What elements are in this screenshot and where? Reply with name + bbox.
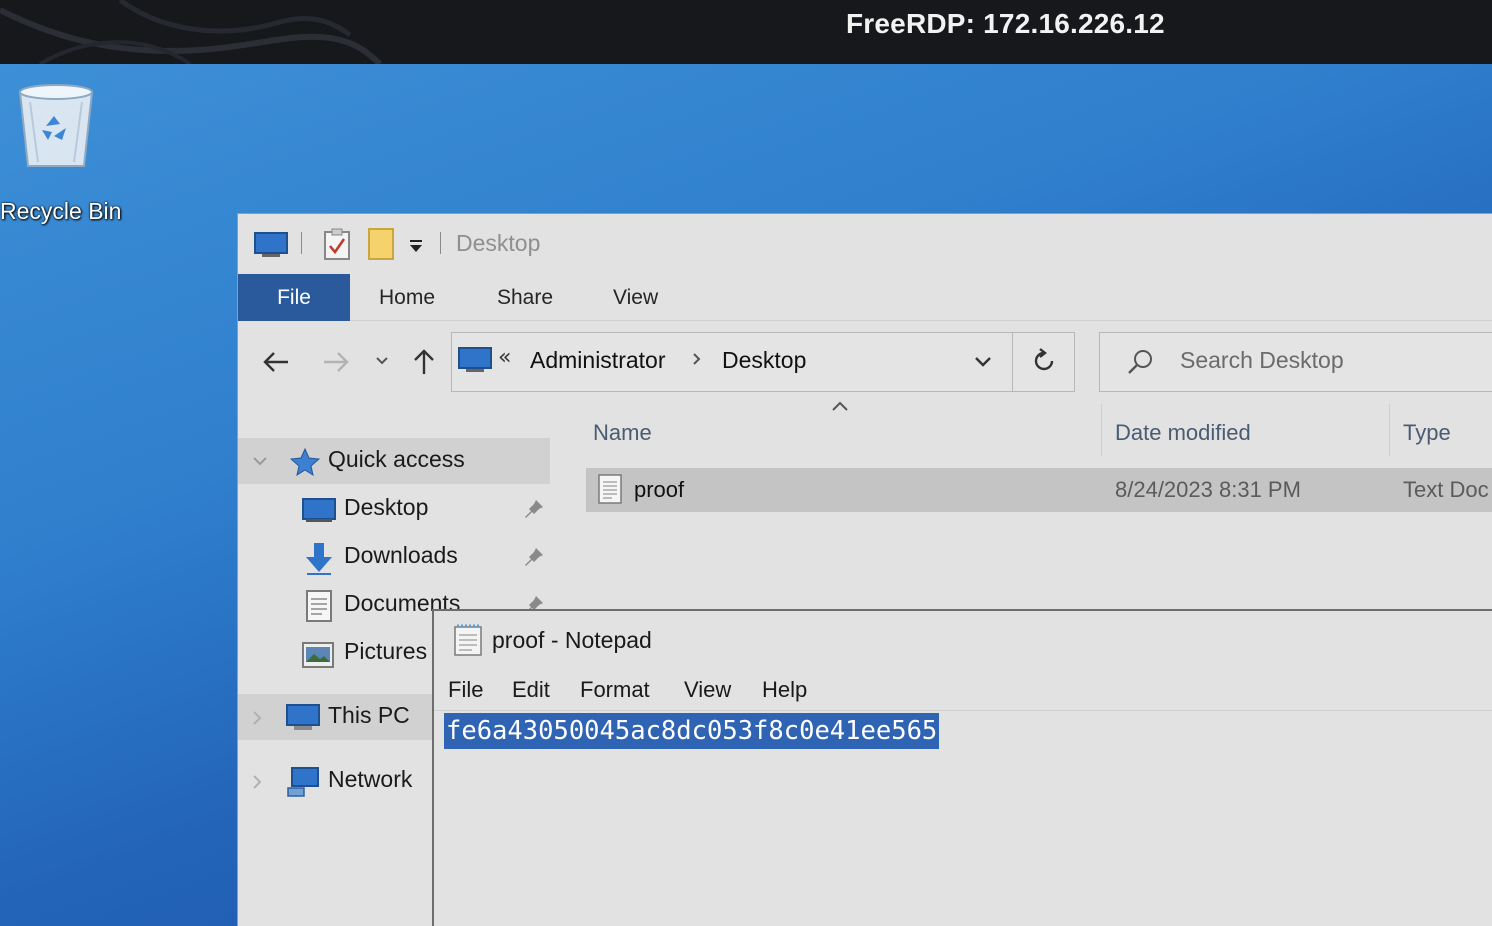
recycle-bin-icon [18, 84, 94, 167]
collapse-chevron-icon[interactable] [252, 456, 268, 468]
desktop: Recycle Bin Desktop File Home Share View… [0, 64, 1492, 926]
rdp-window-title: FreeRDP: 172.16.226.12 [846, 8, 1165, 39]
pin-icon[interactable] [523, 546, 545, 568]
new-folder-icon[interactable] [368, 228, 394, 260]
file-date-modified: 8/24/2023 8:31 PM [1115, 477, 1301, 502]
notepad-icon [454, 624, 482, 656]
forward-arrow-icon[interactable] [322, 350, 350, 374]
computer-icon [458, 347, 492, 372]
search-box[interactable]: Search Desktop [1099, 332, 1492, 392]
back-arrow-icon[interactable] [262, 350, 290, 374]
notepad-window: proof - Notepad File Edit Format View He… [432, 609, 1492, 926]
pictures-icon [302, 642, 334, 668]
menu-format[interactable]: Format [580, 677, 650, 703]
column-divider[interactable] [1101, 404, 1102, 456]
search-input[interactable]: Search Desktop [1180, 347, 1344, 374]
kali-dragon-icon [0, 0, 383, 64]
nav-label-quick-access: Quick access [328, 446, 465, 472]
tab-share[interactable]: Share [497, 274, 553, 321]
notepad-menu-bar: File Edit Format View Help [434, 673, 1492, 711]
recycle-bin-label: Recycle Bin [0, 198, 122, 224]
up-arrow-icon[interactable] [412, 348, 436, 376]
refresh-icon[interactable] [1030, 347, 1058, 375]
column-header-type[interactable]: Type [1403, 420, 1451, 446]
expand-chevron-icon[interactable] [252, 774, 264, 790]
tab-view[interactable]: View [613, 274, 658, 321]
desktop-icon [302, 498, 336, 522]
tab-file[interactable]: File [238, 274, 350, 321]
expand-chevron-icon[interactable] [252, 710, 264, 726]
network-icon [287, 767, 319, 797]
breadcrumb-desktop[interactable]: Desktop [722, 347, 806, 374]
navigation-bar: « Administrator Desktop Search Desktop [238, 322, 1492, 402]
address-dropdown-icon[interactable] [973, 351, 993, 371]
recent-locations-chevron-icon[interactable] [375, 356, 389, 366]
desktop-icon-recycle-bin[interactable]: Recycle Bin [0, 82, 130, 224]
quick-access-toolbar: Desktop [238, 214, 1492, 274]
address-bar[interactable]: « Administrator Desktop [451, 332, 1075, 392]
column-header-date-modified[interactable]: Date modified [1115, 420, 1251, 446]
nav-label-this-pc: This PC [328, 702, 410, 728]
search-icon [1128, 350, 1152, 374]
breadcrumb-separator-icon[interactable] [692, 351, 702, 367]
notepad-text-selection[interactable]: fe6a43050045ac8dc053f8c0e41ee565 [444, 713, 940, 749]
this-pc-icon [286, 704, 320, 730]
notepad-title: proof - Notepad [492, 627, 652, 653]
star-icon [290, 448, 320, 476]
file-row[interactable]: proof 8/24/2023 8:31 PM Text Doc [586, 468, 1492, 512]
download-arrow-icon [306, 543, 332, 575]
toolbar-divider [440, 232, 441, 254]
pin-icon[interactable] [523, 498, 545, 520]
menu-edit[interactable]: Edit [512, 677, 550, 703]
tab-home[interactable]: Home [379, 274, 435, 321]
properties-checkmark-icon[interactable] [324, 228, 350, 260]
customize-dropdown-icon[interactable] [408, 238, 424, 254]
column-header-name[interactable]: Name [593, 420, 652, 446]
breadcrumb-overflow-icon[interactable]: « [498, 345, 511, 370]
breadcrumb-administrator[interactable]: Administrator [530, 347, 665, 374]
nav-label-desktop: Desktop [344, 494, 429, 520]
nav-item-downloads[interactable]: Downloads [238, 534, 550, 580]
nav-item-desktop[interactable]: Desktop [238, 486, 550, 532]
text-file-icon [598, 474, 622, 504]
file-type: Text Doc [1403, 477, 1489, 502]
nav-label-downloads: Downloads [344, 542, 458, 568]
document-icon [306, 590, 332, 622]
file-name: proof [634, 477, 685, 502]
nav-item-quick-access[interactable]: Quick access [238, 438, 550, 484]
menu-file[interactable]: File [448, 677, 483, 703]
rdp-title-bar: FreeRDP: 172.16.226.12 [0, 0, 1492, 64]
nav-label-pictures: Pictures [344, 638, 428, 664]
address-divider [1012, 333, 1013, 391]
menu-help[interactable]: Help [762, 677, 807, 703]
column-divider[interactable] [1389, 404, 1390, 456]
nav-label-network: Network [328, 766, 413, 792]
window-title: Desktop [456, 230, 541, 256]
menu-view[interactable]: View [684, 677, 731, 703]
toolbar-divider [301, 232, 302, 254]
computer-icon[interactable] [254, 232, 288, 258]
sort-ascending-icon [832, 401, 848, 411]
ribbon-tabs: File Home Share View [238, 274, 1492, 321]
